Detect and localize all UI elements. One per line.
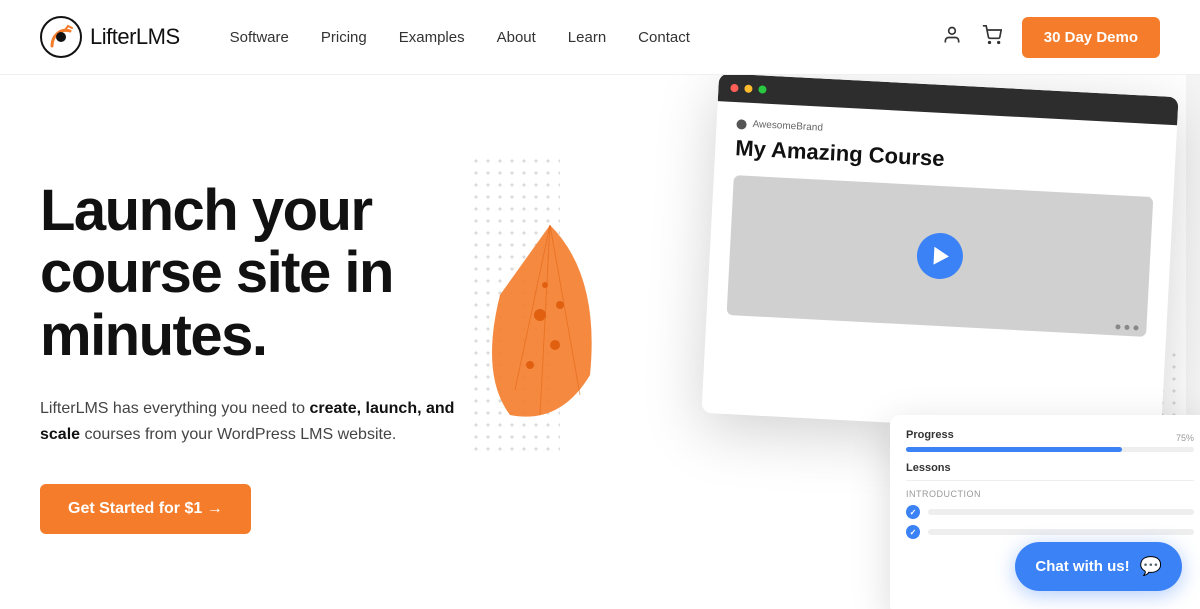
nav-learn[interactable]: Learn [568,29,606,46]
hero-desc-end: courses from your WordPress LMS website. [80,426,396,443]
nav-icons [942,25,1002,50]
hero-title: Launch your course site in minutes. [40,180,560,368]
video-controls [1115,324,1138,330]
nav-pricing[interactable]: Pricing [321,29,367,46]
cta-button[interactable]: Get Started for $1 → [40,484,251,534]
hero-right: AwesomeBrand My Amazing Course Progress [550,75,1200,609]
logo[interactable]: LifterLMS [40,16,180,58]
check-circle-2: ✓ [906,525,920,539]
nav-software[interactable]: Software [230,29,289,46]
video-player[interactable] [727,175,1154,337]
lesson-item-2: ✓ [906,525,1194,539]
nav-links: Software Pricing Examples About Learn Co… [230,29,942,46]
check-mark-2: ✓ [910,528,917,537]
cart-icon-button[interactable] [982,25,1002,50]
nav-about[interactable]: About [497,29,536,46]
lesson-item-1: ✓ [906,505,1194,519]
browser-window-main: AwesomeBrand My Amazing Course [701,75,1178,437]
progress-label: Progress [906,429,1194,441]
navbar: LifterLMS Software Pricing Examples Abou… [0,0,1200,75]
play-triangle-icon [933,247,949,266]
intro-section-label: INTRODUCTION [906,489,1194,499]
lesson-line-2 [928,529,1194,535]
hero-desc-plain: LifterLMS has everything you need to [40,400,310,417]
ctrl-dot-3 [1133,325,1138,330]
logo-text: LifterLMS [90,24,180,50]
window-dot-red [730,84,738,92]
orange-slice-decoration [490,215,610,435]
user-icon [942,25,962,45]
hero-description: LifterLMS has everything you need to cre… [40,396,480,449]
window-dot-yellow [744,85,752,93]
account-icon-button[interactable] [942,25,962,50]
brand-name: AwesomeBrand [752,119,823,134]
nav-contact[interactable]: Contact [638,29,690,46]
ctrl-dot-1 [1115,324,1120,329]
divider [906,480,1194,481]
logo-icon [40,16,82,58]
chat-label: Chat with us! [1035,558,1129,575]
ctrl-dot-2 [1124,325,1129,330]
progress-bar-fill [906,447,1122,452]
play-button[interactable] [916,232,964,280]
progress-percentage: 75% [1176,433,1194,443]
chat-icon: 💬 [1140,556,1162,577]
demo-button[interactable]: 30 Day Demo [1022,17,1160,58]
lesson-line-1 [928,509,1194,515]
check-circle-1: ✓ [906,505,920,519]
hero-left: Launch your course site in minutes. Lift… [40,180,560,535]
brand-avatar-dot [736,119,747,130]
window-dot-green [758,85,766,93]
cart-icon [982,25,1002,45]
browser-content: AwesomeBrand My Amazing Course [706,101,1177,354]
chat-bubble[interactable]: Chat with us! 💬 [1015,542,1182,591]
nav-examples[interactable]: Examples [399,29,465,46]
check-mark-1: ✓ [910,508,917,517]
progress-bar-background: 75% [906,447,1194,452]
hero-section: Launch your course site in minutes. Lift… [0,75,1200,609]
lessons-label: Lessons [906,462,1194,474]
